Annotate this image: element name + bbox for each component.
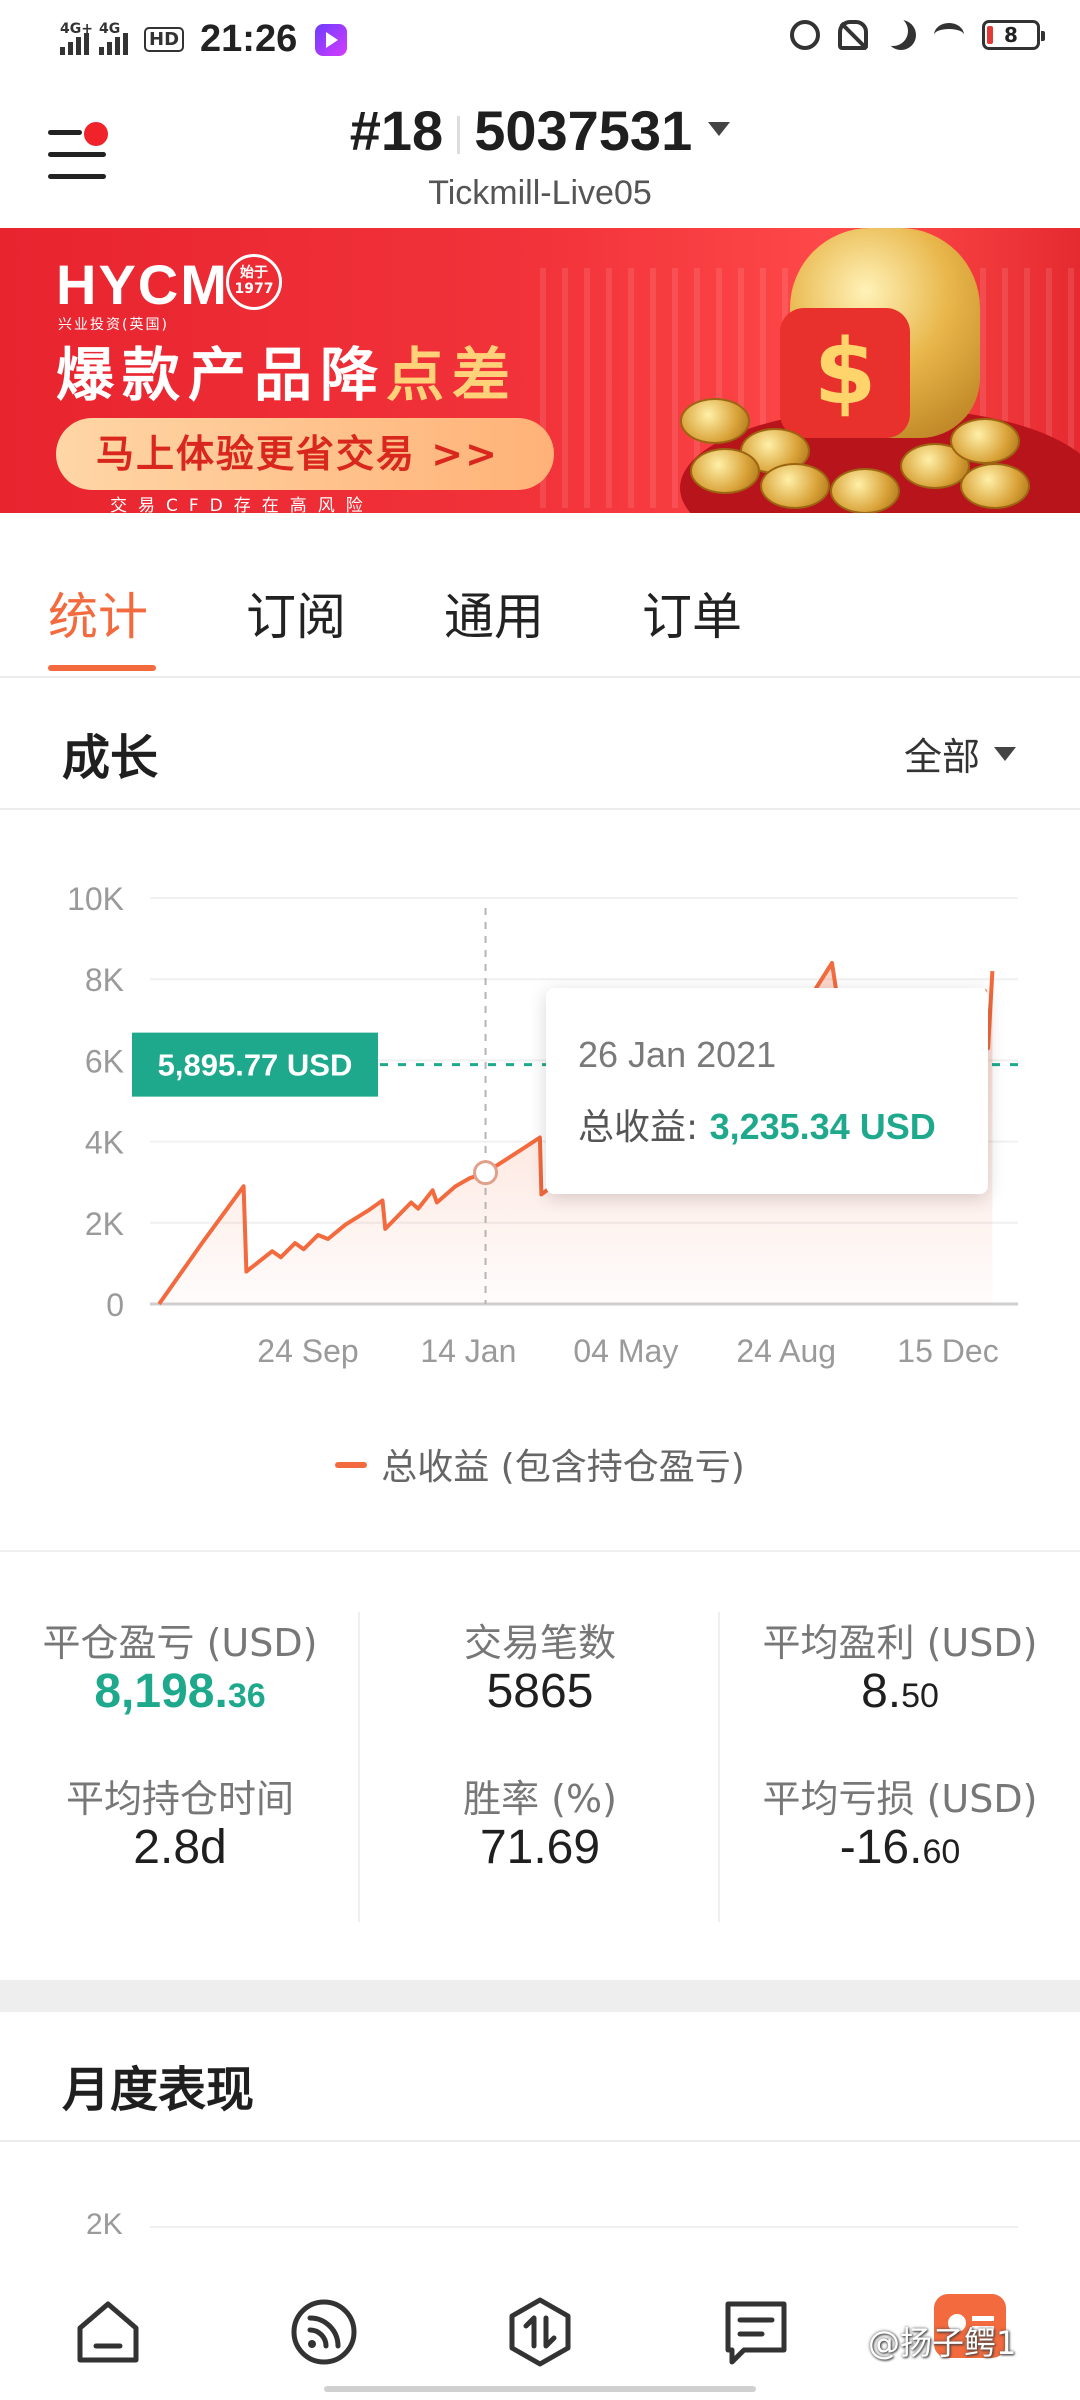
monthly-gridline <box>150 2226 1018 2228</box>
do-not-disturb-icon <box>886 20 916 50</box>
tooltip-label: 总收益: <box>578 1107 699 1148</box>
stat-value: 8,198.36 <box>94 1665 266 1718</box>
x-tick-label: 24 Sep <box>257 1333 358 1369</box>
nav-trade[interactable] <box>502 2294 578 2370</box>
legend-swatch <box>335 1462 368 1468</box>
banner-seal: 始于 1977 <box>226 254 282 310</box>
x-tick-label: 04 May <box>573 1333 678 1369</box>
stat-value: 8.50 <box>861 1665 939 1718</box>
y-tick-label: 2K <box>85 1206 124 1242</box>
status-time: 21:26 <box>200 18 298 60</box>
banner-cta-button[interactable]: 马上体验更省交易 >> <box>56 418 554 490</box>
battery-icon: 8 <box>982 20 1045 50</box>
nav-home[interactable] <box>70 2294 146 2370</box>
tooltip-date: 26 Jan 2021 <box>578 1034 777 1075</box>
account-number: 5037531 <box>474 99 693 162</box>
monthly-section-header: 月度表现 <box>0 2012 1080 2142</box>
home-indicator <box>324 2386 756 2392</box>
alarm-icon <box>790 20 820 50</box>
account-prefix: #18 <box>349 99 444 162</box>
tab-bar: 统计 订阅 通用 订单 <box>0 515 1080 678</box>
stat-column-1: 平仓盈亏 (USD) 8,198.36 平均持仓时间 2.8d <box>0 1612 360 1924</box>
nav-messages[interactable] <box>718 2294 794 2370</box>
video-app-icon <box>315 23 348 56</box>
chevron-down-icon <box>708 122 731 137</box>
range-filter-label: 全部 <box>903 735 980 779</box>
stat-value: 5865 <box>486 1665 594 1718</box>
stat-column-2: 交易笔数 5865 胜率 (%) 71.69 <box>360 1612 720 1924</box>
growth-section-header: 成长 全部 <box>0 680 1080 810</box>
stat-label: 平均持仓时间 <box>65 1777 294 1821</box>
y-tick-label: 0 <box>106 1287 124 1323</box>
banner-title: 爆款产品降点差 <box>56 341 519 409</box>
account-selector[interactable]: #18 5037531 <box>0 98 1080 163</box>
y-tick-label: 10K <box>67 881 124 917</box>
nav-signals[interactable] <box>286 2294 362 2370</box>
stat-label: 平仓盈亏 (USD) <box>42 1621 318 1665</box>
app-header: #18 5037531 Tickmill-Live05 <box>0 80 1080 225</box>
stat-value: -16.60 <box>839 1821 961 1874</box>
dollar-wallet-icon: $ <box>780 308 910 438</box>
chart-tooltip: 26 Jan 2021 总收益: 3,235.34 USD <box>546 988 988 1194</box>
tooltip-row: 总收益: 3,235.34 USD <box>578 1098 936 1150</box>
x-tick-label: 24 Aug <box>736 1333 836 1369</box>
x-tick-label: 15 Dec <box>897 1333 998 1369</box>
app-root: 4G+ 4G HD 21:26 8 #18 5037531 Tickmill-L… <box>0 0 1080 2400</box>
trade-icon <box>509 2297 571 2367</box>
x-tick-label: 14 Jan <box>420 1333 516 1369</box>
tab-general[interactable]: 通用 <box>444 577 544 649</box>
stat-value: 2.8d <box>133 1821 227 1874</box>
messages-icon <box>725 2301 787 2365</box>
home-icon <box>77 2301 139 2363</box>
tab-subscriptions[interactable]: 订阅 <box>246 577 346 649</box>
watermark-text: @扬子鳄1 <box>868 2324 1017 2362</box>
y-tick-label: 4K <box>85 1125 124 1161</box>
promo-banner[interactable]: $ HYCM 兴业投资(英国) 始于 1977 爆款产品降点差 马上体验更省交易… <box>0 228 1080 513</box>
stat-label: 平均亏损 (USD) <box>762 1777 1038 1821</box>
stat-label: 交易笔数 <box>463 1621 616 1665</box>
signal-feed-icon <box>291 2299 357 2365</box>
stat-label: 平均盈利 (USD) <box>762 1621 1038 1665</box>
highlight-point <box>473 1160 499 1186</box>
server-name: Tickmill-Live05 <box>428 174 652 212</box>
stats-grid: 平仓盈亏 (USD) 8,198.36 平均持仓时间 2.8d 交易笔数 586… <box>0 1550 1080 1980</box>
legend-label: 总收益 (包含持仓盈亏) <box>381 1447 745 1488</box>
tooltip-value: 3,235.34 USD <box>709 1106 936 1147</box>
stat-value: 71.69 <box>479 1821 601 1874</box>
stat-label: 胜率 (%) <box>463 1777 617 1821</box>
banner-risk-disclaimer: 交易CFD存在高风险 <box>110 496 374 513</box>
status-bar: 4G+ 4G HD 21:26 8 <box>0 0 1080 80</box>
chart-legend[interactable]: 总收益 (包含持仓盈亏) <box>0 1438 1080 1490</box>
monthly-axis-tick: 2K <box>86 2208 123 2241</box>
banner-logo: HYCM <box>56 253 229 316</box>
growth-title: 成长 <box>62 730 159 786</box>
tab-statistics[interactable]: 统计 <box>48 577 148 649</box>
hd-voice-badge: HD <box>144 27 185 52</box>
y-tick-label: 8K <box>85 962 124 998</box>
reference-label: 5,895.77 USD <box>158 1048 353 1083</box>
cell-signal-icon-2: 4G <box>99 21 128 55</box>
stat-column-3: 平均盈利 (USD) 8.50 平均亏损 (USD) -16.60 <box>720 1612 1080 1924</box>
tab-orders[interactable]: 订单 <box>642 577 742 649</box>
range-filter-dropdown[interactable]: 全部 <box>904 726 1016 781</box>
monthly-title: 月度表现 <box>62 2062 255 2118</box>
y-tick-label: 6K <box>85 1043 124 1079</box>
chevron-down-icon <box>994 746 1016 761</box>
section-separator <box>0 1980 1080 2012</box>
mute-bell-icon <box>838 20 868 50</box>
cell-signal-icon: 4G+ <box>60 21 93 55</box>
wifi-icon <box>934 23 964 47</box>
active-tab-indicator <box>48 665 156 671</box>
